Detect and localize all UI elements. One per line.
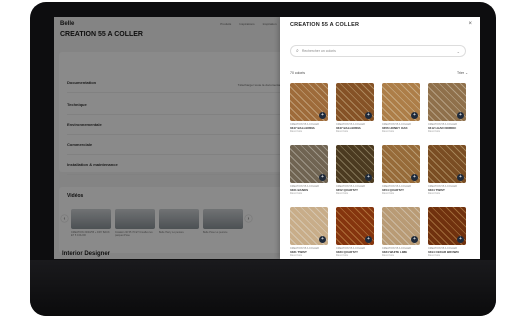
product-page: Belle Produits Inspirations Inspiration …	[54, 17, 302, 259]
color-drawer: CREATION 55 A COLLER × ⌕ ⌄ 70 coloris Tr…	[280, 17, 480, 259]
product-swatch[interactable]: +	[428, 207, 466, 245]
product-swatch[interactable]: +	[290, 145, 328, 183]
product-sub: Décor bois	[336, 130, 348, 133]
product-sub: Décor bois	[290, 130, 302, 133]
chevron-down-icon: ⌄	[465, 71, 468, 75]
product-swatch[interactable]: +	[382, 145, 420, 183]
search-icon: ⌕	[296, 48, 299, 54]
product-swatch[interactable]: +	[382, 83, 420, 121]
sort-label: Trier	[457, 71, 465, 75]
add-icon[interactable]: +	[457, 236, 464, 243]
screen: Belle Produits Inspirations Inspiration …	[54, 17, 480, 259]
results-count: 70 coloris	[290, 71, 305, 75]
device-bottom	[30, 260, 496, 316]
product-card[interactable]: + CREATION 55 A COLLER 0454 QUARTZY Décor b…	[382, 145, 420, 195]
add-icon[interactable]: +	[457, 174, 464, 181]
product-sub: Décor bois	[336, 254, 348, 257]
product-card[interactable]: + CREATION 55 A COLLER 0347 BALLERINA Décor…	[336, 83, 374, 133]
add-icon[interactable]: +	[411, 112, 418, 119]
product-card[interactable]: + CREATION 55 A COLLER 0494 CEDAR BROWN Déc…	[428, 207, 466, 257]
add-icon[interactable]: +	[365, 236, 372, 243]
add-icon[interactable]: +	[457, 112, 464, 119]
product-swatch[interactable]: +	[428, 145, 466, 183]
add-icon[interactable]: +	[319, 236, 326, 243]
product-card[interactable]: + CREATION 55 A COLLER 0483 QUARTZY Décor b…	[336, 207, 374, 257]
product-swatch[interactable]: +	[428, 83, 466, 121]
product-swatch[interactable]: +	[336, 83, 374, 121]
search-field[interactable]: ⌕ ⌄	[290, 45, 466, 57]
add-icon[interactable]: +	[411, 174, 418, 181]
product-card[interactable]: + CREATION 55 A COLLER 0481 TWIST Décor boi…	[290, 207, 328, 257]
close-icon[interactable]: ×	[468, 21, 472, 27]
product-card[interactable]: + CREATION 55 A COLLER 0461 BANKS Décor boi…	[290, 145, 328, 195]
product-swatch[interactable]: +	[336, 207, 374, 245]
product-swatch[interactable]: +	[290, 83, 328, 121]
chevron-down-icon[interactable]: ⌄	[457, 49, 460, 54]
product-sub: Décor bois	[428, 130, 440, 133]
product-card[interactable]: + CREATION 55 A COLLER 0356 HONEY OAK Décor…	[382, 83, 420, 133]
product-sub: Décor bois	[290, 192, 302, 195]
product-sub: Décor bois	[382, 254, 394, 257]
add-icon[interactable]: +	[319, 112, 326, 119]
product-sub: Décor bois	[290, 254, 302, 257]
product-sub: Décor bois	[428, 192, 440, 195]
drawer-title: CREATION 55 A COLLER	[290, 22, 360, 28]
product-swatch[interactable]: +	[336, 145, 374, 183]
product-card[interactable]: + CREATION 55 A COLLER 0347 BALLERINA Décor…	[290, 83, 328, 133]
product-sub: Décor bois	[336, 192, 348, 195]
product-card[interactable]: + CREATION 55 A COLLER 0412 LEAD NORDIC Déc…	[428, 83, 466, 133]
product-swatch[interactable]: +	[290, 207, 328, 245]
search-input[interactable]	[301, 49, 452, 53]
product-card[interactable]: + CREATION 55 A COLLER 0484 WHITE LIME Déco…	[382, 207, 420, 257]
add-icon[interactable]: +	[319, 174, 326, 181]
product-card[interactable]: + CREATION 55 A COLLER 0464 TWIST Décor boi…	[428, 145, 466, 195]
sort-dropdown[interactable]: Trier ⌄	[457, 71, 468, 75]
add-icon[interactable]: +	[365, 174, 372, 181]
add-icon[interactable]: +	[365, 112, 372, 119]
add-icon[interactable]: +	[411, 236, 418, 243]
product-sub: Décor bois	[382, 192, 394, 195]
modal-backdrop[interactable]	[54, 17, 302, 259]
product-card[interactable]: + CREATION 55 A COLLER 0452 QUARTZY Décor b…	[336, 145, 374, 195]
product-sub: Décor bois	[382, 130, 394, 133]
product-sub: Décor bois	[428, 254, 440, 257]
product-swatch[interactable]: +	[382, 207, 420, 245]
